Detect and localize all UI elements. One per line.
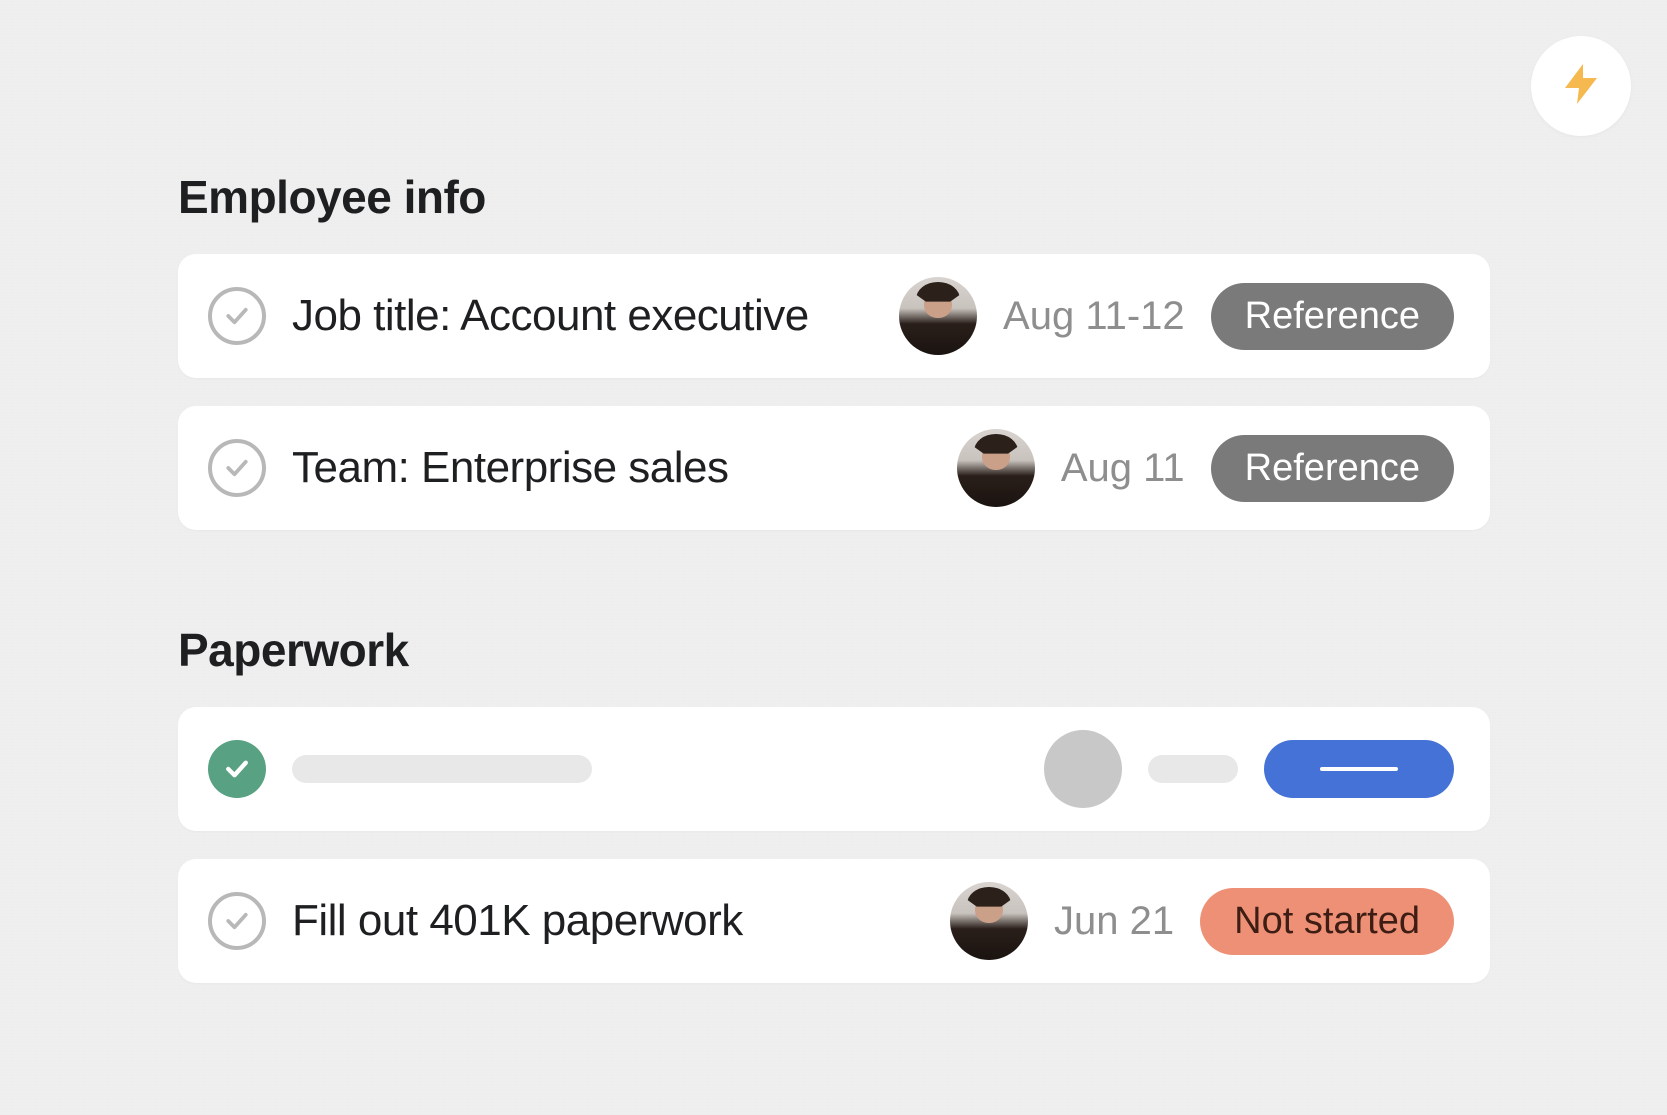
task-row[interactable]: Job title: Account executive Aug 11-12 R… (178, 254, 1490, 378)
task-date: Aug 11 (1061, 446, 1185, 491)
task-title: Job title: Account executive (292, 291, 899, 341)
task-row[interactable]: Fill out 401K paperwork Jun 21 Not start… (178, 859, 1490, 983)
task-row[interactable]: Team: Enterprise sales Aug 11 Reference (178, 406, 1490, 530)
task-tag[interactable]: Reference (1211, 435, 1454, 502)
checkmark-icon[interactable] (208, 892, 266, 950)
checkmark-icon[interactable] (208, 287, 266, 345)
lightning-icon (1557, 60, 1605, 113)
assignee-avatar[interactable] (957, 429, 1035, 507)
checkmark-icon[interactable] (208, 439, 266, 497)
skeleton-date (1148, 755, 1238, 783)
task-list-content: Employee info Job title: Account executi… (178, 170, 1490, 1011)
assignee-avatar[interactable] (899, 277, 977, 355)
task-date: Aug 11-12 (1003, 294, 1185, 339)
task-row-skeleton[interactable] (178, 707, 1490, 831)
section-title-employee-info: Employee info (178, 170, 1490, 224)
task-tag-skeleton[interactable] (1264, 740, 1454, 798)
task-date: Jun 21 (1054, 899, 1174, 944)
task-title: Fill out 401K paperwork (292, 896, 950, 946)
automation-fab[interactable] (1531, 36, 1631, 136)
skeleton-title (292, 755, 592, 783)
assignee-avatar[interactable] (950, 882, 1028, 960)
task-title: Team: Enterprise sales (292, 443, 957, 493)
task-tag[interactable]: Reference (1211, 283, 1454, 350)
task-tag[interactable]: Not started (1200, 888, 1454, 955)
section-title-paperwork: Paperwork (178, 623, 1490, 677)
assignee-avatar-placeholder[interactable] (1044, 730, 1122, 808)
checkmark-icon[interactable] (208, 740, 266, 798)
